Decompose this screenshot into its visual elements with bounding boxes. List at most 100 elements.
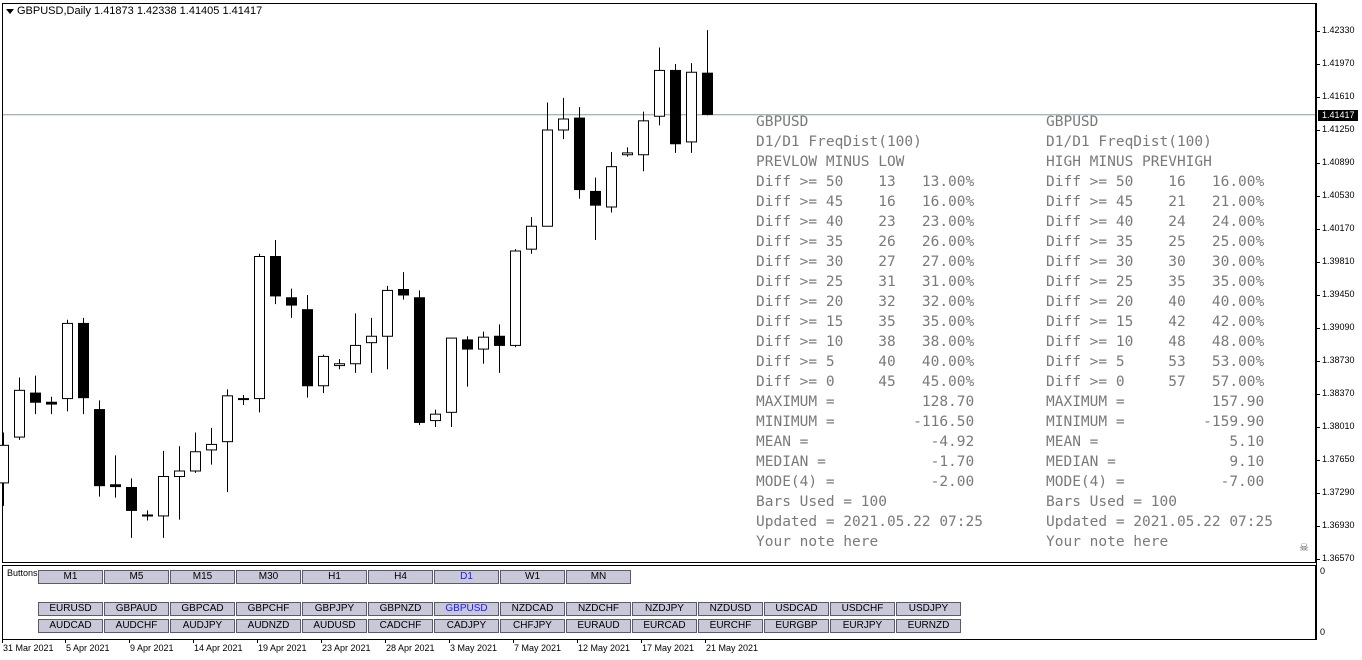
date-label: 17 May 2021 [642,643,695,653]
candle [398,272,409,300]
symbol-button-usdchf[interactable]: USDCHF [830,602,895,616]
timeframe-button-h4[interactable]: H4 [368,570,433,584]
price-tick [1316,526,1320,527]
symbol-button-gbpchf[interactable]: GBPCHF [236,602,301,616]
timeframe-button-m1[interactable]: M1 [38,570,103,584]
date-label: 31 Mar 2021 [3,643,54,653]
stats-line: Bars Used = 100 [756,494,887,510]
bull-candle-body [334,363,345,367]
symbol-button-gbpnzd[interactable]: GBPNZD [368,602,433,616]
bull-candle-body [638,120,649,156]
price-axis-divider [1316,3,1317,640]
candle [494,324,505,373]
bull-candle-body [318,355,329,387]
candle [286,288,297,318]
candle [318,354,329,394]
candle [462,336,473,387]
symbol-button-audusd[interactable]: AUDUSD [302,619,367,633]
candle [110,455,121,498]
bull-candle-body [206,443,217,451]
candle [62,319,73,412]
date-label: 19 Apr 2021 [258,643,307,653]
bull-candle-body [366,335,377,344]
stats-line: Bars Used = 100 [1046,494,1177,510]
symbol-button-gbpusd[interactable]: GBPUSD [434,602,499,616]
bull-candle-body [558,118,569,131]
symbol-button-eurchf[interactable]: EURCHF [698,619,763,633]
symbol-button-eurcad[interactable]: EURCAD [632,619,697,633]
symbol-button-usdjpy[interactable]: USDJPY [896,602,961,616]
price-tick [1316,361,1320,362]
date-label: 7 May 2021 [514,643,562,653]
timeframe-button-m15[interactable]: M15 [170,570,235,584]
bull-candle-body [446,337,457,413]
bear-candle-body [702,72,713,115]
symbol-button-gbpaud[interactable]: GBPAUD [104,602,169,616]
price-label: 1.39450 [1322,289,1355,299]
stats-line: MEAN = 5.10 [1046,434,1265,450]
price-tick [1316,493,1320,494]
price-tick [1316,328,1320,329]
stats-line: MEAN = -4.92 [756,434,975,450]
timeframe-button-m30[interactable]: M30 [236,570,301,584]
stats-line: D1/D1 FreqDist(100) [756,134,922,150]
bear-candle-body [494,335,505,346]
timeframe-button-mn[interactable]: MN [566,570,631,584]
date-label: 9 Apr 2021 [130,643,174,653]
price-tick [1316,427,1320,428]
timeframe-button-w1[interactable]: W1 [500,570,565,584]
stats-line: MINIMUM = -159.90 [1046,414,1265,430]
stats-line: D1/D1 FreqDist(100) [1046,134,1212,150]
stats-line: Diff >= 30 30 30.00% [1046,254,1265,270]
date-label: 21 May 2021 [706,643,759,653]
symbol-button-euraud[interactable]: EURAUD [566,619,631,633]
stats-line: Diff >= 20 40 40.00% [1046,294,1265,310]
symbol-button-gbpcad[interactable]: GBPCAD [170,602,235,616]
candle [254,253,265,413]
stats-line: Diff >= 50 16 16.00% [1046,174,1265,190]
symbol-button-eurusd[interactable]: EURUSD [38,602,103,616]
bull-candle-body [142,514,153,517]
symbol-button-gbpjpy[interactable]: GBPJPY [302,602,367,616]
bull-candle-body [14,389,25,438]
price-label: 1.36570 [1322,553,1355,563]
bull-candle-body [382,289,393,337]
symbol-button-nzdusd[interactable]: NZDUSD [698,602,763,616]
symbol-button-audcad[interactable]: AUDCAD [38,619,103,633]
date-label: 14 Apr 2021 [194,643,243,653]
symbol-button-eurnzd[interactable]: EURNZD [896,619,961,633]
timeframe-button-d1[interactable]: D1 [434,570,499,584]
symbol-button-nzdchf[interactable]: NZDCHF [566,602,631,616]
symbol-button-usdcad[interactable]: USDCAD [764,602,829,616]
candle [606,152,617,213]
price-tick [1316,394,1320,395]
symbol-button-audjpy[interactable]: AUDJPY [170,619,235,633]
bear-candle-body [94,409,105,487]
bear-candle-body [78,322,89,399]
symbol-button-cadjpy[interactable]: CADJPY [434,619,499,633]
candle [30,375,41,415]
stats-line: MINIMUM = -116.50 [756,414,975,430]
stats-line: Diff >= 10 48 48.00% [1046,334,1265,350]
price-label: 1.41970 [1322,58,1355,68]
symbol-button-audchf[interactable]: AUDCHF [104,619,169,633]
price-tick [1316,163,1320,164]
stats-line: Updated = 2021.05.22 07:25 [756,514,983,530]
bull-candle-body [158,476,169,517]
date-label: 5 Apr 2021 [66,643,110,653]
symbol-button-nzdjpy[interactable]: NZDJPY [632,602,697,616]
bear-candle-body [30,392,41,403]
timeframe-button-h1[interactable]: H1 [302,570,367,584]
symbol-button-chfjpy[interactable]: CHFJPY [500,619,565,633]
symbol-button-cadchf[interactable]: CADCHF [368,619,433,633]
symbol-button-eurjpy[interactable]: EURJPY [830,619,895,633]
bear-candle-body [398,289,409,296]
symbol-button-eurgbp[interactable]: EURGBP [764,619,829,633]
candle [590,177,601,240]
timeframe-button-m5[interactable]: M5 [104,570,169,584]
symbol-button-audnzd[interactable]: AUDNZD [236,619,301,633]
bull-candle-body [526,225,537,250]
candle [430,409,441,427]
symbol-button-nzdcad[interactable]: NZDCAD [500,602,565,616]
price-label: 1.39090 [1322,322,1355,332]
